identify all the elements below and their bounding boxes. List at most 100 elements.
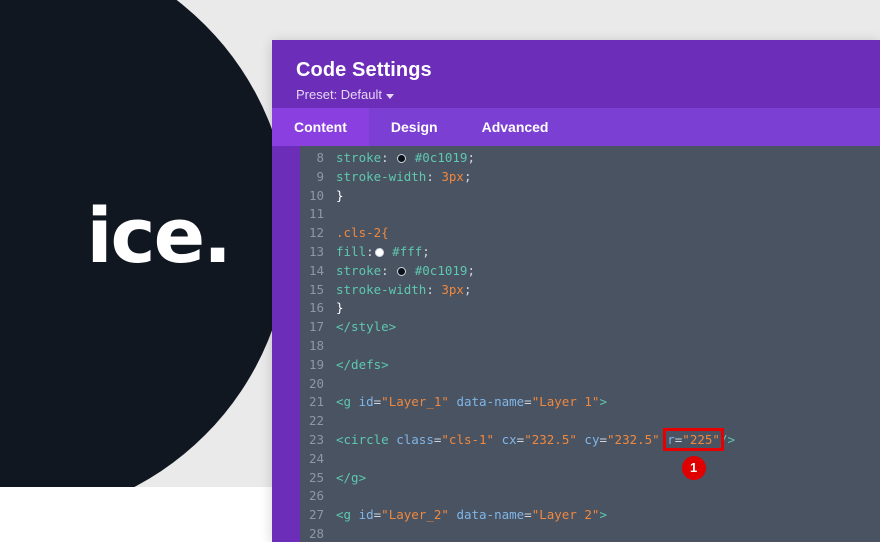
code-line: 28 bbox=[300, 525, 880, 542]
line-text: <g id="Layer_2" data-name="Layer 2"> bbox=[334, 506, 607, 525]
code-token: = bbox=[524, 394, 532, 409]
code-token: id bbox=[359, 507, 374, 522]
code-line: 9stroke-width: 3px; bbox=[300, 168, 880, 187]
line-text: fill: #fff; bbox=[334, 243, 430, 262]
code-token: #0c1019 bbox=[407, 263, 467, 278]
code-token: "225" bbox=[682, 432, 720, 447]
code-lines: 8stroke: #0c1019;9stroke-width: 3px;10}1… bbox=[300, 146, 880, 542]
tab-label: Advanced bbox=[482, 119, 549, 135]
code-token: <g bbox=[336, 394, 359, 409]
code-token: : bbox=[426, 169, 441, 184]
preset-label: Preset: Default bbox=[296, 86, 382, 104]
code-token: "Layer_2" bbox=[381, 507, 449, 522]
tab-label: Content bbox=[294, 119, 347, 135]
line-number: 15 bbox=[300, 281, 334, 300]
code-token: "232.5" bbox=[607, 432, 660, 447]
code-settings-modal: Code Settings Preset: Default Content Des… bbox=[272, 40, 880, 542]
line-number: 28 bbox=[300, 525, 334, 542]
screenshot-root: ice. Code Settings Preset: Default Conte… bbox=[0, 0, 880, 542]
code-token: id bbox=[359, 394, 374, 409]
code-token: = bbox=[524, 507, 532, 522]
modal-header: Code Settings Preset: Default bbox=[272, 40, 880, 108]
line-number: 26 bbox=[300, 487, 334, 506]
line-text: stroke: #0c1019; bbox=[334, 149, 475, 168]
code-token: cx bbox=[502, 432, 517, 447]
code-token: <circle bbox=[336, 432, 396, 447]
code-token: ; bbox=[464, 282, 472, 297]
line-number: 22 bbox=[300, 412, 334, 431]
code-token: ; bbox=[422, 244, 430, 259]
code-line: 23<circle class="cls-1" cx="232.5" cy="2… bbox=[300, 431, 880, 450]
line-number: 12 bbox=[300, 224, 334, 243]
code-line: 14stroke: #0c1019; bbox=[300, 262, 880, 281]
code-token: ; bbox=[467, 263, 475, 278]
preset-dropdown[interactable]: Preset: Default bbox=[296, 86, 394, 104]
line-text: stroke-width: 3px; bbox=[334, 281, 471, 300]
code-line: 10} bbox=[300, 187, 880, 206]
code-token: #fff bbox=[385, 244, 423, 259]
code-token: : bbox=[381, 263, 396, 278]
line-number: 9 bbox=[300, 168, 334, 187]
code-line: 21<g id="Layer_1" data-name="Layer 1"> bbox=[300, 393, 880, 412]
code-token: data-name bbox=[456, 394, 524, 409]
code-token: stroke bbox=[336, 150, 381, 165]
code-line: 22 bbox=[300, 412, 880, 431]
tab-label: Design bbox=[391, 119, 438, 135]
code-token: fill bbox=[336, 244, 366, 259]
code-line: 24 bbox=[300, 450, 880, 469]
code-line: 17</style> bbox=[300, 318, 880, 337]
code-line: 27<g id="Layer_2" data-name="Layer 2"> bbox=[300, 506, 880, 525]
code-token: </style> bbox=[336, 319, 396, 334]
code-token: stroke-width bbox=[336, 282, 426, 297]
page-title: Code Settings bbox=[296, 58, 856, 82]
code-token: stroke-width bbox=[336, 169, 426, 184]
color-swatch-icon[interactable] bbox=[375, 248, 384, 257]
line-number: 10 bbox=[300, 187, 334, 206]
line-number: 11 bbox=[300, 205, 334, 224]
line-number: 14 bbox=[300, 262, 334, 281]
code-token: #0c1019 bbox=[407, 150, 467, 165]
line-text: <g id="Layer_1" data-name="Layer 1"> bbox=[334, 393, 607, 412]
code-token: ; bbox=[467, 150, 475, 165]
code-line: 18 bbox=[300, 337, 880, 356]
tab-content[interactable]: Content bbox=[272, 108, 369, 146]
code-token: "232.5" bbox=[524, 432, 577, 447]
code-token: } bbox=[336, 188, 344, 203]
line-text: <circle class="cls-1" cx="232.5" cy="232… bbox=[334, 431, 735, 450]
code-editor[interactable]: 8stroke: #0c1019;9stroke-width: 3px;10}1… bbox=[300, 146, 880, 542]
code-token: stroke bbox=[336, 263, 381, 278]
logo-text: ice. bbox=[0, 198, 230, 274]
color-swatch-icon[interactable] bbox=[397, 267, 406, 276]
line-number: 24 bbox=[300, 450, 334, 469]
line-number: 17 bbox=[300, 318, 334, 337]
line-number: 23 bbox=[300, 431, 334, 450]
code-token: "Layer 2" bbox=[532, 507, 600, 522]
code-token: : bbox=[381, 150, 396, 165]
code-token: <g bbox=[336, 507, 359, 522]
line-number: 25 bbox=[300, 469, 334, 488]
code-token: "cls-1" bbox=[441, 432, 494, 447]
tab-advanced[interactable]: Advanced bbox=[460, 108, 571, 146]
color-swatch-icon[interactable] bbox=[397, 154, 406, 163]
line-text: </defs> bbox=[334, 356, 389, 375]
line-text: .cls-2{ bbox=[334, 224, 389, 243]
code-token: : bbox=[366, 244, 374, 259]
code-line: 12.cls-2{ bbox=[300, 224, 880, 243]
line-number: 27 bbox=[300, 506, 334, 525]
line-text: </g> bbox=[334, 469, 366, 488]
code-line: 13fill: #fff; bbox=[300, 243, 880, 262]
code-token: cy bbox=[584, 432, 599, 447]
code-line: 11 bbox=[300, 205, 880, 224]
code-token: 3px bbox=[441, 282, 464, 297]
line-text: stroke-width: 3px; bbox=[334, 168, 471, 187]
line-number: 21 bbox=[300, 393, 334, 412]
code-token: .cls-2{ bbox=[336, 225, 389, 240]
code-token: } bbox=[336, 300, 344, 315]
chevron-down-icon bbox=[386, 94, 394, 99]
code-token bbox=[494, 432, 502, 447]
code-token: > bbox=[599, 507, 607, 522]
code-line: 19</defs> bbox=[300, 356, 880, 375]
code-token: 3px bbox=[441, 169, 464, 184]
code-token: r bbox=[667, 432, 675, 447]
tab-design[interactable]: Design bbox=[369, 108, 460, 146]
